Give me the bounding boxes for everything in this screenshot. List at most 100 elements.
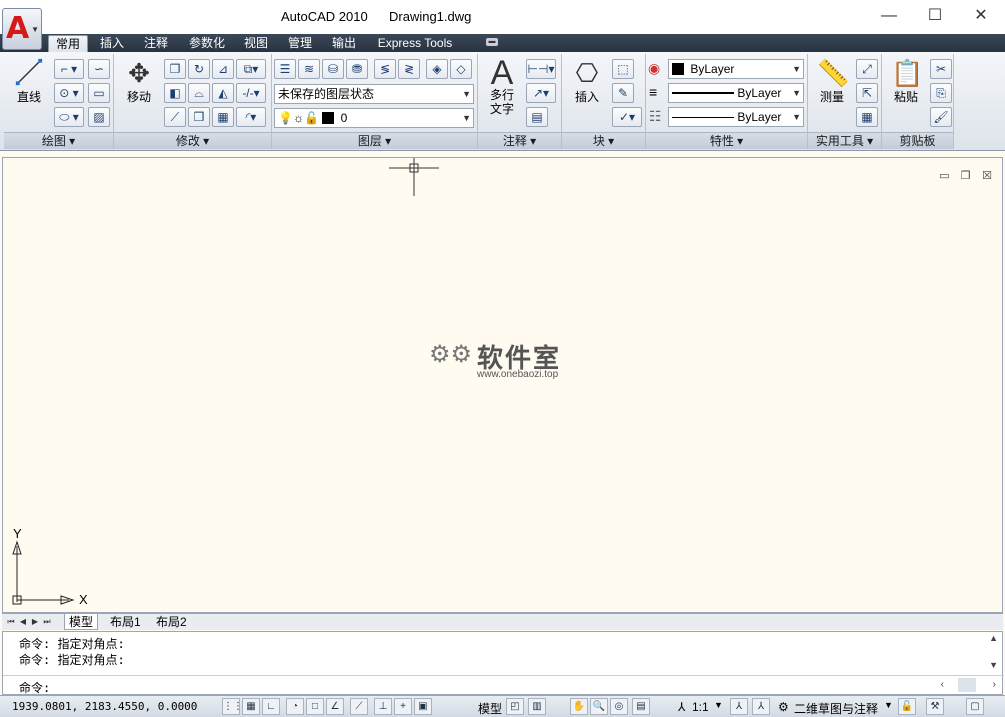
layout-tab-layout2[interactable]: 布局2: [152, 614, 191, 630]
stretch-button[interactable]: ◭: [212, 83, 234, 103]
quick-view-layouts-button[interactable]: ◰: [506, 698, 524, 715]
hardware-acceleration-button[interactable]: ⚒: [926, 698, 944, 715]
layer-dropdown[interactable]: 💡☼🔓 0 ▼: [274, 108, 474, 128]
copy-clip-button[interactable]: ⎘: [930, 83, 952, 103]
toolbar-lock-button[interactable]: 🔓: [898, 698, 916, 715]
quick-properties-button[interactable]: ▣: [414, 698, 432, 715]
application-menu-button[interactable]: A ▼: [2, 8, 42, 50]
block-panel-title[interactable]: 块 ▾: [562, 132, 645, 149]
layout-tab-model[interactable]: 模型: [64, 614, 99, 630]
leader-button[interactable]: ↗▾: [526, 83, 556, 103]
lineweight-toggle-button[interactable]: +: [394, 698, 412, 715]
ellipse-button[interactable]: ⬭ ▾: [54, 107, 84, 127]
clipboard-panel-title[interactable]: 剪贴板: [882, 132, 953, 149]
ribbon-minimize-toggle-icon[interactable]: ▬: [486, 38, 498, 46]
measure-button[interactable]: 📏 测量: [812, 56, 852, 105]
layer-state-dropdown[interactable]: 未保存的图层状态 ▼: [274, 84, 474, 104]
properties-panel-title[interactable]: 特性 ▾: [646, 132, 807, 149]
next-layout-icon[interactable]: ▶: [30, 616, 40, 628]
layer-freeze-button[interactable]: ≶: [374, 59, 396, 79]
utilities-panel-title[interactable]: 实用工具 ▾: [808, 132, 881, 149]
tab-home[interactable]: 常用: [48, 35, 88, 52]
rotate-copy-button[interactable]: ❐: [164, 59, 186, 79]
cut-button[interactable]: ✂: [930, 59, 952, 79]
tab-express-tools[interactable]: Express Tools: [370, 35, 460, 52]
line-button[interactable]: 直线: [6, 56, 52, 105]
lineweight-dropdown[interactable]: ByLayer ▼: [668, 83, 804, 103]
color-dropdown[interactable]: ByLayer ▼: [668, 59, 804, 79]
viewport-close-icon[interactable]: ☒: [980, 170, 994, 182]
draw-panel-title[interactable]: 绘图 ▾: [4, 132, 113, 149]
layers-panel-title[interactable]: 图层 ▾: [272, 132, 477, 149]
minimize-button[interactable]: —: [866, 4, 912, 28]
mirror-button[interactable]: ◧: [164, 83, 186, 103]
annotation-scale-label[interactable]: 1:1: [692, 700, 709, 714]
layer-unisolate-button[interactable]: ⛃: [346, 59, 368, 79]
tab-insert[interactable]: 插入: [92, 35, 132, 52]
steering-wheel-button[interactable]: ◎: [610, 698, 628, 715]
match-properties-button[interactable]: 🖌: [930, 107, 952, 127]
horizontal-scrollbar[interactable]: [958, 678, 976, 692]
create-block-button[interactable]: ⬚: [612, 59, 634, 79]
table-button[interactable]: ▤: [526, 107, 548, 127]
layer-state-button[interactable]: ≋: [298, 59, 320, 79]
scroll-right-icon[interactable]: ›: [993, 679, 996, 690]
command-input-row[interactable]: 命令: ‹ ›: [3, 675, 1004, 695]
polar-tracking-button[interactable]: ◔: [286, 698, 304, 715]
tab-view[interactable]: 视图: [237, 35, 275, 52]
move-button[interactable]: ✥ 移动: [118, 56, 160, 105]
tab-output[interactable]: 输出: [324, 35, 364, 52]
workspace-switch-label[interactable]: 二维草图与注释: [794, 700, 878, 717]
viewport-restore-icon[interactable]: ❐: [959, 170, 973, 182]
maximize-button[interactable]: ☐: [912, 4, 958, 28]
grid-button[interactable]: ▦: [242, 698, 260, 715]
calculator-button[interactable]: ▦: [856, 107, 878, 127]
quick-view-drawings-button[interactable]: ▥: [528, 698, 546, 715]
fillet-button[interactable]: ⌓: [188, 83, 210, 103]
modify-panel-title[interactable]: 修改 ▾: [114, 132, 271, 149]
ortho-button[interactable]: ∟: [262, 698, 280, 715]
layer-off-button[interactable]: ≷: [398, 59, 420, 79]
dynamic-input-button[interactable]: ⊥: [374, 698, 392, 715]
hatch-button[interactable]: ▨: [88, 107, 110, 127]
first-layout-icon[interactable]: ⏮: [6, 616, 16, 628]
annotation-visibility-button[interactable]: ⅄: [730, 698, 748, 715]
layer-isolate-button[interactable]: ⛁: [322, 59, 344, 79]
polyline-button[interactable]: ⌐ ▾: [54, 59, 84, 79]
tab-annotate[interactable]: 注释: [136, 35, 176, 52]
rotate-button[interactable]: ↻: [188, 59, 210, 79]
scroll-left-icon[interactable]: ‹: [941, 679, 944, 690]
erase-button[interactable]: ⧉▾: [236, 59, 266, 79]
layer-change-button[interactable]: ◇: [450, 59, 472, 79]
quick-select-button[interactable]: ⤢: [856, 59, 878, 79]
clean-screen-button[interactable]: ▢: [966, 698, 984, 715]
prev-layout-icon[interactable]: ◀: [18, 616, 28, 628]
explode-button[interactable]: -/-▾: [236, 83, 266, 103]
dimension-button[interactable]: ⊢⊣▾: [526, 59, 556, 79]
insert-block-button[interactable]: ⎔ 插入: [566, 56, 608, 105]
object-snap-tracking-button[interactable]: ∠: [326, 698, 344, 715]
snap-mode-button[interactable]: ⋮⋮: [222, 698, 243, 715]
zoom-button[interactable]: 🔍: [590, 698, 608, 715]
last-layout-icon[interactable]: ⏭: [42, 616, 52, 628]
layer-match-button[interactable]: ◈: [426, 59, 448, 79]
circle-button[interactable]: ⊙ ▾: [54, 83, 84, 103]
tab-manage[interactable]: 管理: [280, 35, 320, 52]
scroll-up-icon[interactable]: ▲: [989, 633, 998, 643]
scroll-down-icon[interactable]: ▼: [989, 660, 998, 670]
block-attribute-button[interactable]: ✓▾: [612, 107, 642, 127]
pan-button[interactable]: ✋: [570, 698, 588, 715]
model-space-label[interactable]: 模型: [478, 700, 502, 717]
auto-scale-button[interactable]: ⅄: [752, 698, 770, 715]
linetype-dropdown[interactable]: ByLayer ▼: [668, 107, 804, 127]
rectangle-button[interactable]: ▭: [88, 83, 110, 103]
paste-button[interactable]: 📋 粘贴: [886, 56, 926, 105]
spline-button[interactable]: ∽: [88, 59, 110, 79]
mtext-button[interactable]: A 多行 文字: [482, 56, 522, 116]
chamfer-button[interactable]: ◜▾: [236, 107, 266, 127]
showmotion-button[interactable]: ▤: [632, 698, 650, 715]
drawing-canvas[interactable]: ▭ ❐ ☒ ⚙⚙ 软件室 www.onebaozi.top Y X: [2, 157, 1003, 613]
trim-button[interactable]: ⊿: [212, 59, 234, 79]
select-similar-button[interactable]: ⇱: [856, 83, 878, 103]
array-button[interactable]: ▦: [212, 107, 234, 127]
